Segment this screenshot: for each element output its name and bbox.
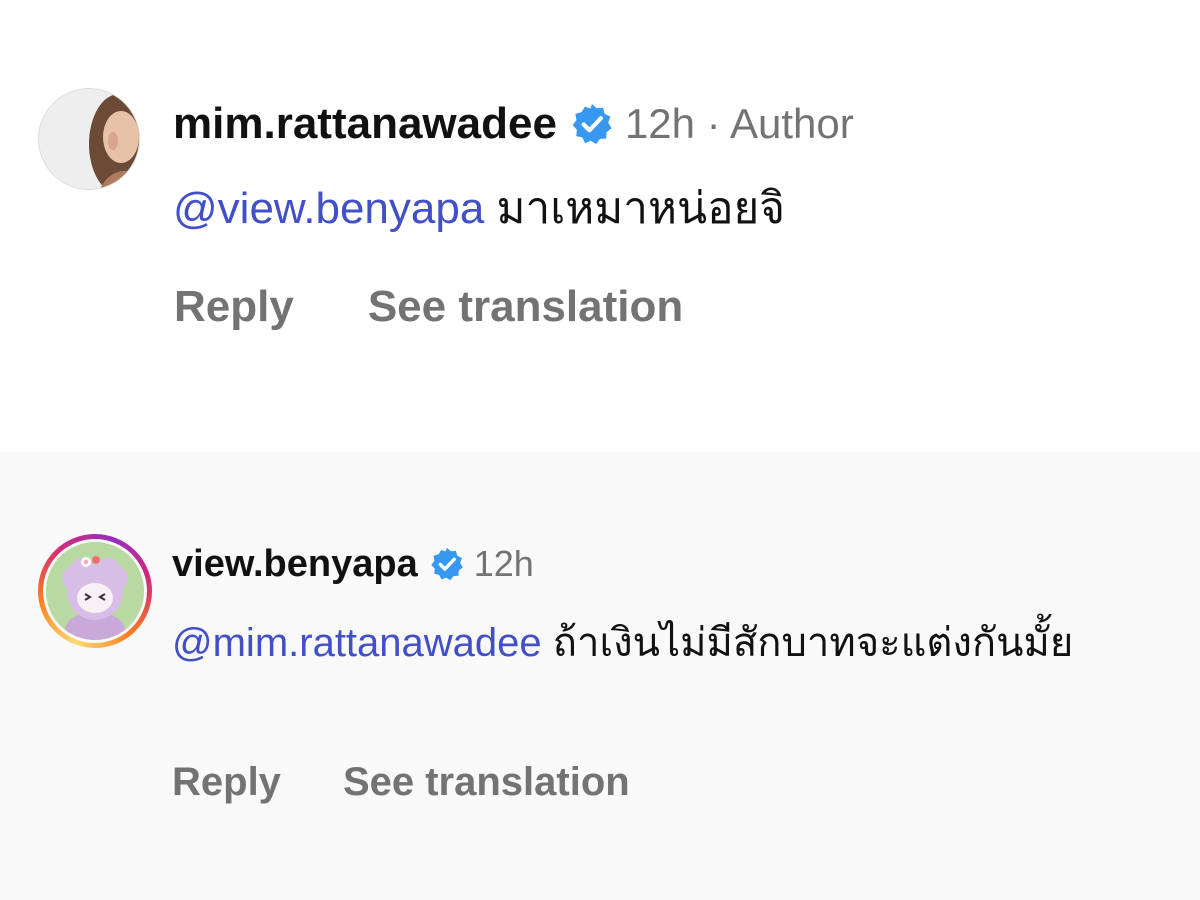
cartoon-avatar	[46, 542, 144, 640]
profile-photo-icon	[39, 89, 139, 189]
comment-meta: 12h · Author	[624, 100, 854, 147]
reply-button[interactable]: Reply	[172, 760, 281, 805]
comment-item	[0, 452, 1200, 900]
comment-actions: Reply See translation	[172, 760, 630, 805]
see-translation-button[interactable]: See translation	[343, 760, 630, 805]
comment-text: @mim.rattanawadee ถ้าเงินไม่มีสักบาทจะแต…	[172, 612, 1162, 674]
username[interactable]: mim.rattanawadee	[173, 99, 557, 149]
comment-text: @view.benyapa มาเหมาหน่อยจิ	[173, 183, 1173, 236]
mention-link[interactable]: @view.benyapa	[173, 184, 484, 233]
comment-message: มาเหมาหน่อยจิ	[496, 184, 786, 233]
profile-photo-avatar[interactable]	[38, 88, 140, 190]
cartoon-character-icon	[46, 542, 144, 640]
comment-header: mim.rattanawadee 12h · Author	[173, 98, 854, 150]
mention-link[interactable]: @mim.rattanawadee	[172, 621, 542, 665]
story-ring-avatar[interactable]	[38, 534, 152, 648]
comment-message: ถ้าเงินไม่มีสักบาทจะแต่งกันมั้ย	[552, 621, 1074, 665]
comment-header: view.benyapa 12h	[172, 542, 534, 586]
comment-meta: 12h	[473, 543, 534, 584]
comment-actions: Reply See translation	[174, 282, 683, 332]
see-translation-button[interactable]: See translation	[368, 282, 683, 332]
verified-badge-icon	[572, 104, 612, 144]
username[interactable]: view.benyapa	[172, 543, 418, 586]
verified-badge-icon	[431, 547, 463, 581]
comment-item: mim.rattanawadee 12h · Author @view.beny…	[0, 0, 1200, 452]
reply-button[interactable]: Reply	[174, 282, 294, 332]
comments-thread: mim.rattanawadee 12h · Author @view.beny…	[0, 0, 1200, 900]
